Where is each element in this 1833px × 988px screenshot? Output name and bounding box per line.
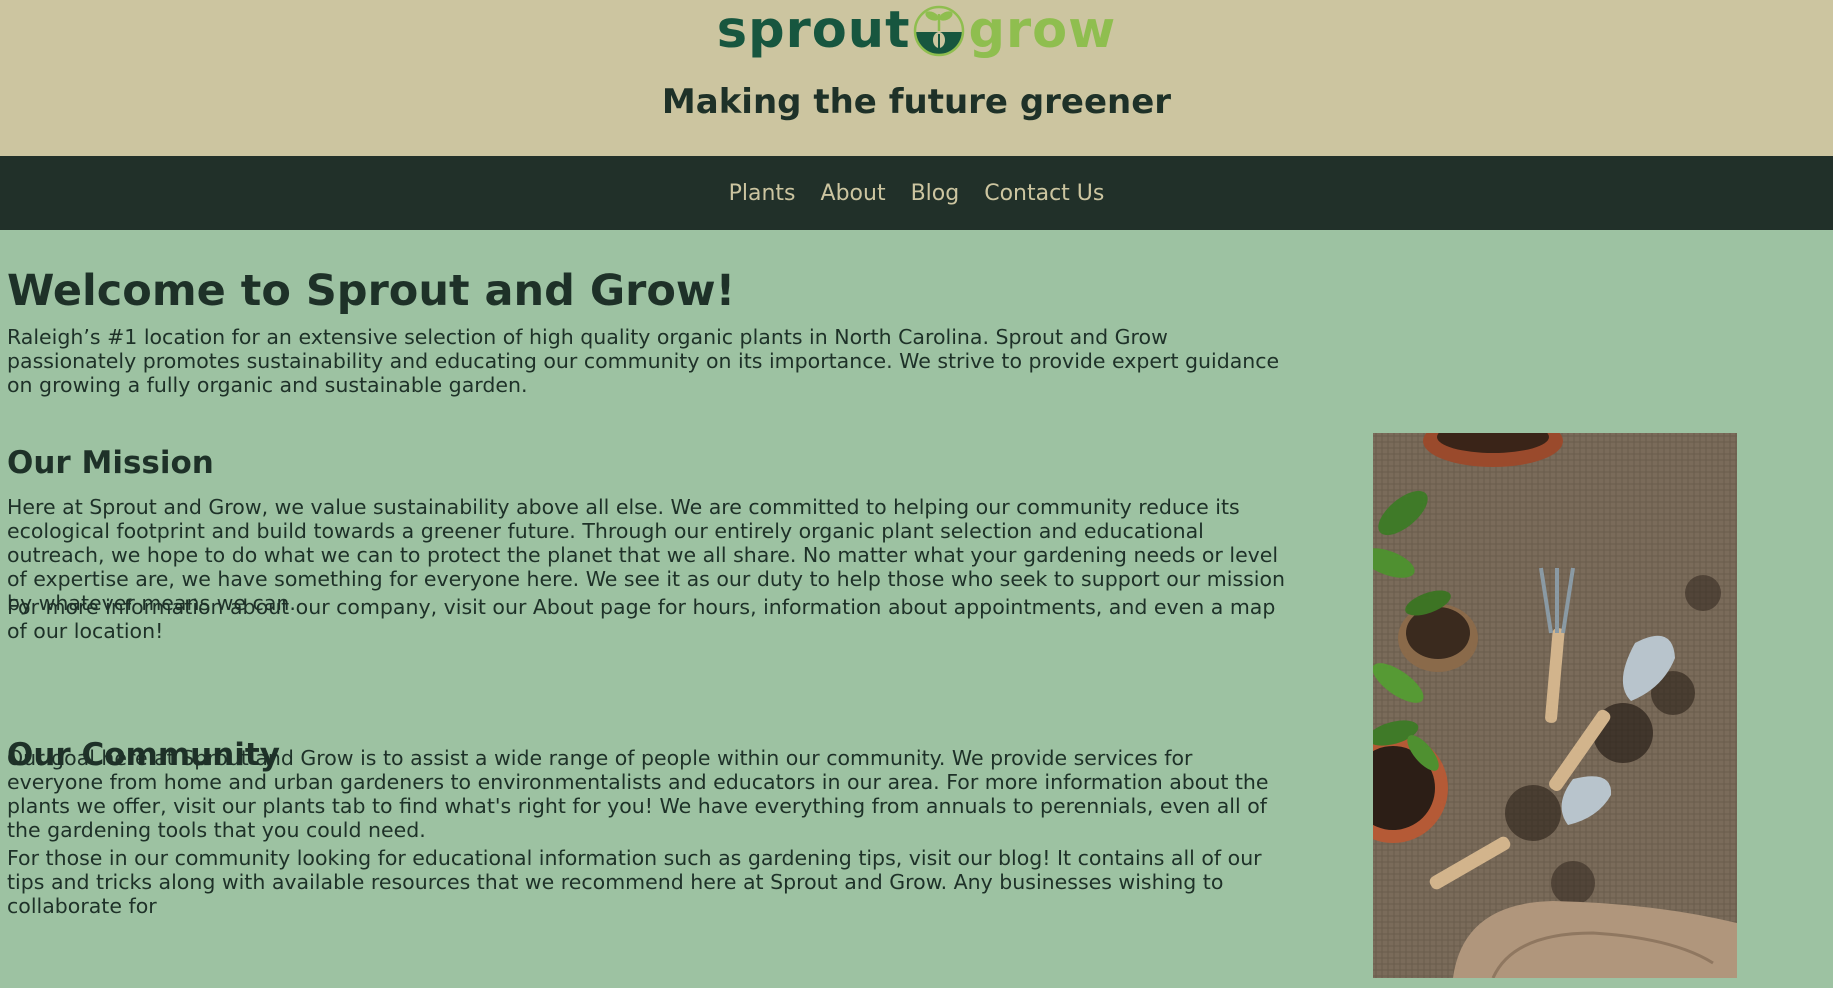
nav-link-plants[interactable]: Plants — [729, 181, 796, 206]
mission-heading: Our Mission — [7, 445, 214, 481]
site-header: sprout grow Making the future greener — [0, 0, 1833, 156]
gardening-tools-image — [1373, 433, 1737, 978]
site-tagline: Making the future greener — [661, 82, 1172, 122]
site-logo[interactable]: sprout grow — [0, 2, 1833, 60]
community-paragraph-2: For those in our community looking for e… — [7, 846, 1262, 918]
nav-link-about[interactable]: About — [821, 181, 886, 206]
main-content: Welcome to Sprout and Grow! Raleigh’s #1… — [0, 230, 1833, 988]
logo-word-grow: grow — [968, 1, 1117, 60]
seedling-logo-icon — [914, 5, 965, 57]
nav-link-contact-us[interactable]: Contact Us — [984, 181, 1104, 206]
mission-paragraph-2: For more information about our company, … — [7, 595, 1276, 643]
main-nav: Plants About Blog Contact Us — [0, 156, 1833, 230]
page-title: Welcome to Sprout and Grow! — [7, 266, 736, 316]
gardening-tools-photo — [1373, 433, 1737, 978]
intro-paragraph: Raleigh’s #1 location for an extensive s… — [7, 325, 1280, 397]
community-paragraph-1: Our goal here at Sprout and Grow is to a… — [7, 746, 1269, 842]
nav-link-blog[interactable]: Blog — [911, 181, 960, 206]
logo-word-sprout: sprout — [716, 1, 911, 60]
